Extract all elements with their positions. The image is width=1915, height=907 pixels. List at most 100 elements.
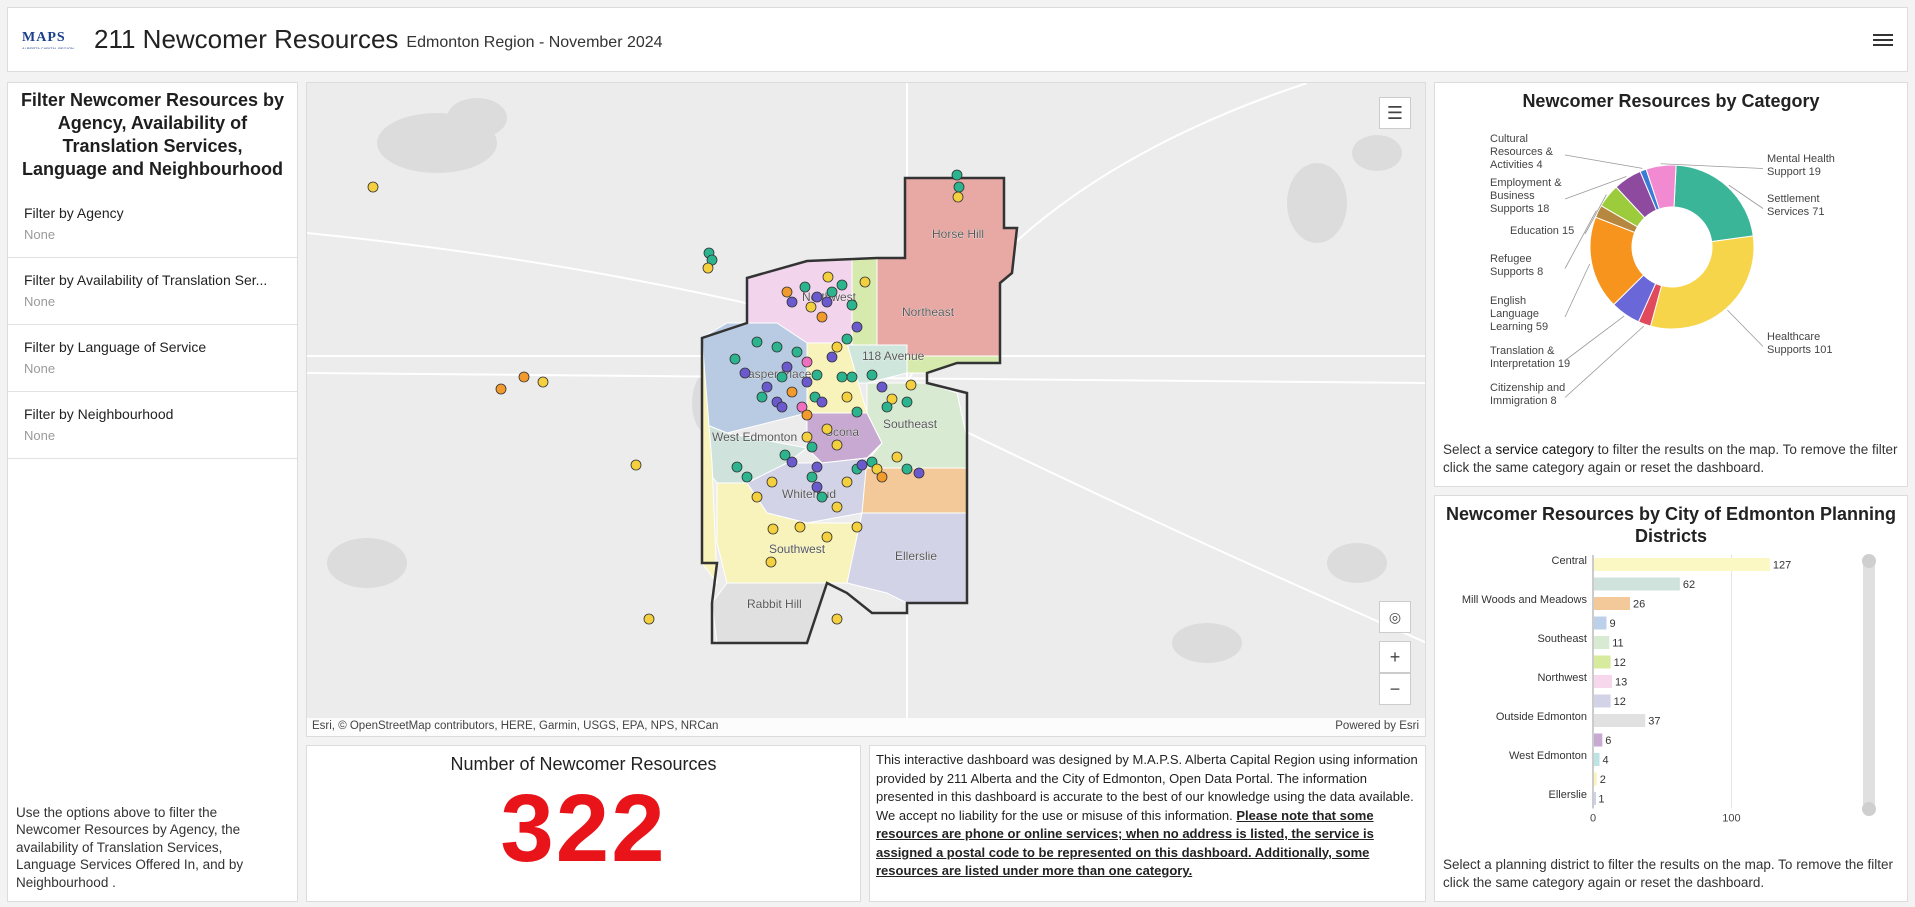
resource-point[interactable] (891, 451, 903, 463)
resource-point[interactable] (799, 281, 811, 293)
resource-point[interactable] (952, 191, 964, 203)
resource-point[interactable] (881, 401, 893, 413)
resource-point[interactable] (831, 501, 843, 513)
donut-slice[interactable] (1649, 235, 1755, 330)
district-bar[interactable] (1594, 636, 1610, 649)
resource-point[interactable] (702, 262, 714, 274)
resource-point[interactable] (851, 406, 863, 418)
resource-point[interactable] (821, 423, 833, 435)
resource-point[interactable] (776, 401, 788, 413)
resource-point[interactable] (816, 396, 828, 408)
resource-point[interactable] (836, 371, 848, 383)
resource-point[interactable] (841, 391, 853, 403)
resource-point[interactable] (786, 296, 798, 308)
resource-point[interactable] (826, 286, 838, 298)
resource-point[interactable] (806, 441, 818, 453)
resource-point[interactable] (816, 491, 828, 503)
map-view[interactable]: Horse Hill Northwest Northeast 118 Avenu… (306, 82, 1426, 737)
resource-point[interactable] (794, 521, 806, 533)
resource-point[interactable] (821, 531, 833, 543)
resource-point[interactable] (811, 481, 823, 493)
resource-point[interactable] (766, 476, 778, 488)
resource-point[interactable] (913, 467, 925, 479)
hamburger-menu-icon[interactable] (1873, 31, 1893, 49)
resource-point[interactable] (826, 351, 838, 363)
resource-point[interactable] (791, 346, 803, 358)
resource-point[interactable] (729, 353, 741, 365)
resource-point[interactable] (801, 356, 813, 368)
resource-point[interactable] (811, 369, 823, 381)
district-bar[interactable] (1594, 597, 1630, 610)
resource-point[interactable] (643, 613, 655, 625)
resource-point[interactable] (751, 336, 763, 348)
resource-point[interactable] (841, 476, 853, 488)
resource-point[interactable] (856, 459, 868, 471)
resource-point[interactable] (761, 381, 773, 393)
resource-point[interactable] (831, 613, 843, 625)
district-bar[interactable] (1594, 577, 1680, 591)
filter-language[interactable]: Filter by Language of Service None (8, 325, 297, 392)
district-bar[interactable] (1594, 753, 1600, 766)
district-bar[interactable] (1594, 792, 1596, 805)
resource-point[interactable] (953, 181, 965, 193)
resource-point[interactable] (806, 471, 818, 483)
district-bar[interactable] (1594, 655, 1611, 669)
resource-point[interactable] (846, 299, 858, 311)
resource-point[interactable] (901, 463, 913, 475)
zoom-in-button[interactable]: + (1379, 641, 1411, 673)
filter-translation[interactable]: Filter by Availability of Translation Se… (8, 258, 297, 325)
resource-point[interactable] (786, 386, 798, 398)
resource-point[interactable] (876, 381, 888, 393)
resource-point[interactable] (739, 367, 751, 379)
resource-point[interactable] (731, 461, 743, 473)
district-bar[interactable] (1594, 733, 1603, 747)
resource-point[interactable] (765, 556, 777, 568)
scrollbar-handle-bottom[interactable] (1862, 802, 1876, 816)
resource-point[interactable] (851, 321, 863, 333)
resource-point[interactable] (767, 523, 779, 535)
resource-point[interactable] (518, 371, 530, 383)
resource-point[interactable] (866, 369, 878, 381)
zoom-out-button[interactable]: − (1379, 673, 1411, 705)
resource-point[interactable] (951, 169, 963, 181)
resource-point[interactable] (831, 439, 843, 451)
scrollbar-handle-top[interactable] (1862, 554, 1876, 568)
powered-by-esri[interactable]: Powered by Esri (1335, 720, 1419, 732)
resource-point[interactable] (801, 431, 813, 443)
resource-point[interactable] (876, 471, 888, 483)
resource-point[interactable] (821, 296, 833, 308)
resource-point[interactable] (816, 311, 828, 323)
resource-point[interactable] (841, 333, 853, 345)
district-bar[interactable] (1594, 694, 1611, 708)
district-bar[interactable] (1594, 714, 1646, 727)
resource-point[interactable] (805, 301, 817, 313)
resource-point[interactable] (367, 181, 379, 193)
resource-point[interactable] (495, 383, 507, 395)
legend-list-icon[interactable]: ☰ (1379, 97, 1411, 129)
district-bar[interactable] (1594, 772, 1597, 786)
resource-point[interactable] (537, 376, 549, 388)
district-bar-chart[interactable]: 0 100127Central6226Mill Woods and Meadows… (1435, 547, 1909, 827)
district-bar[interactable] (1594, 616, 1607, 630)
resource-point[interactable] (801, 376, 813, 388)
filter-neighbourhood[interactable]: Filter by Neighbourhood None (8, 392, 297, 459)
category-donut-chart[interactable]: Settlement Services 71 Healthcare Supports … (1435, 112, 1909, 412)
resource-point[interactable] (811, 461, 823, 473)
resource-point[interactable] (811, 291, 823, 303)
resource-point[interactable] (905, 379, 917, 391)
filter-agency[interactable]: Filter by Agency None (8, 191, 297, 258)
resource-point[interactable] (630, 459, 642, 471)
resource-point[interactable] (801, 409, 813, 421)
resource-point[interactable] (781, 286, 793, 298)
chart-scrollbar[interactable] (1863, 555, 1875, 815)
district-bar[interactable] (1594, 675, 1612, 688)
resource-point[interactable] (741, 471, 753, 483)
resource-point[interactable] (786, 456, 798, 468)
map-canvas[interactable]: Horse Hill Northwest Northeast 118 Avenu… (307, 83, 1426, 720)
resource-point[interactable] (851, 521, 863, 533)
district-bar[interactable] (1594, 558, 1770, 571)
resource-point[interactable] (846, 371, 858, 383)
resource-point[interactable] (771, 341, 783, 353)
resource-point[interactable] (776, 371, 788, 383)
locate-icon[interactable]: ◎ (1379, 601, 1411, 633)
